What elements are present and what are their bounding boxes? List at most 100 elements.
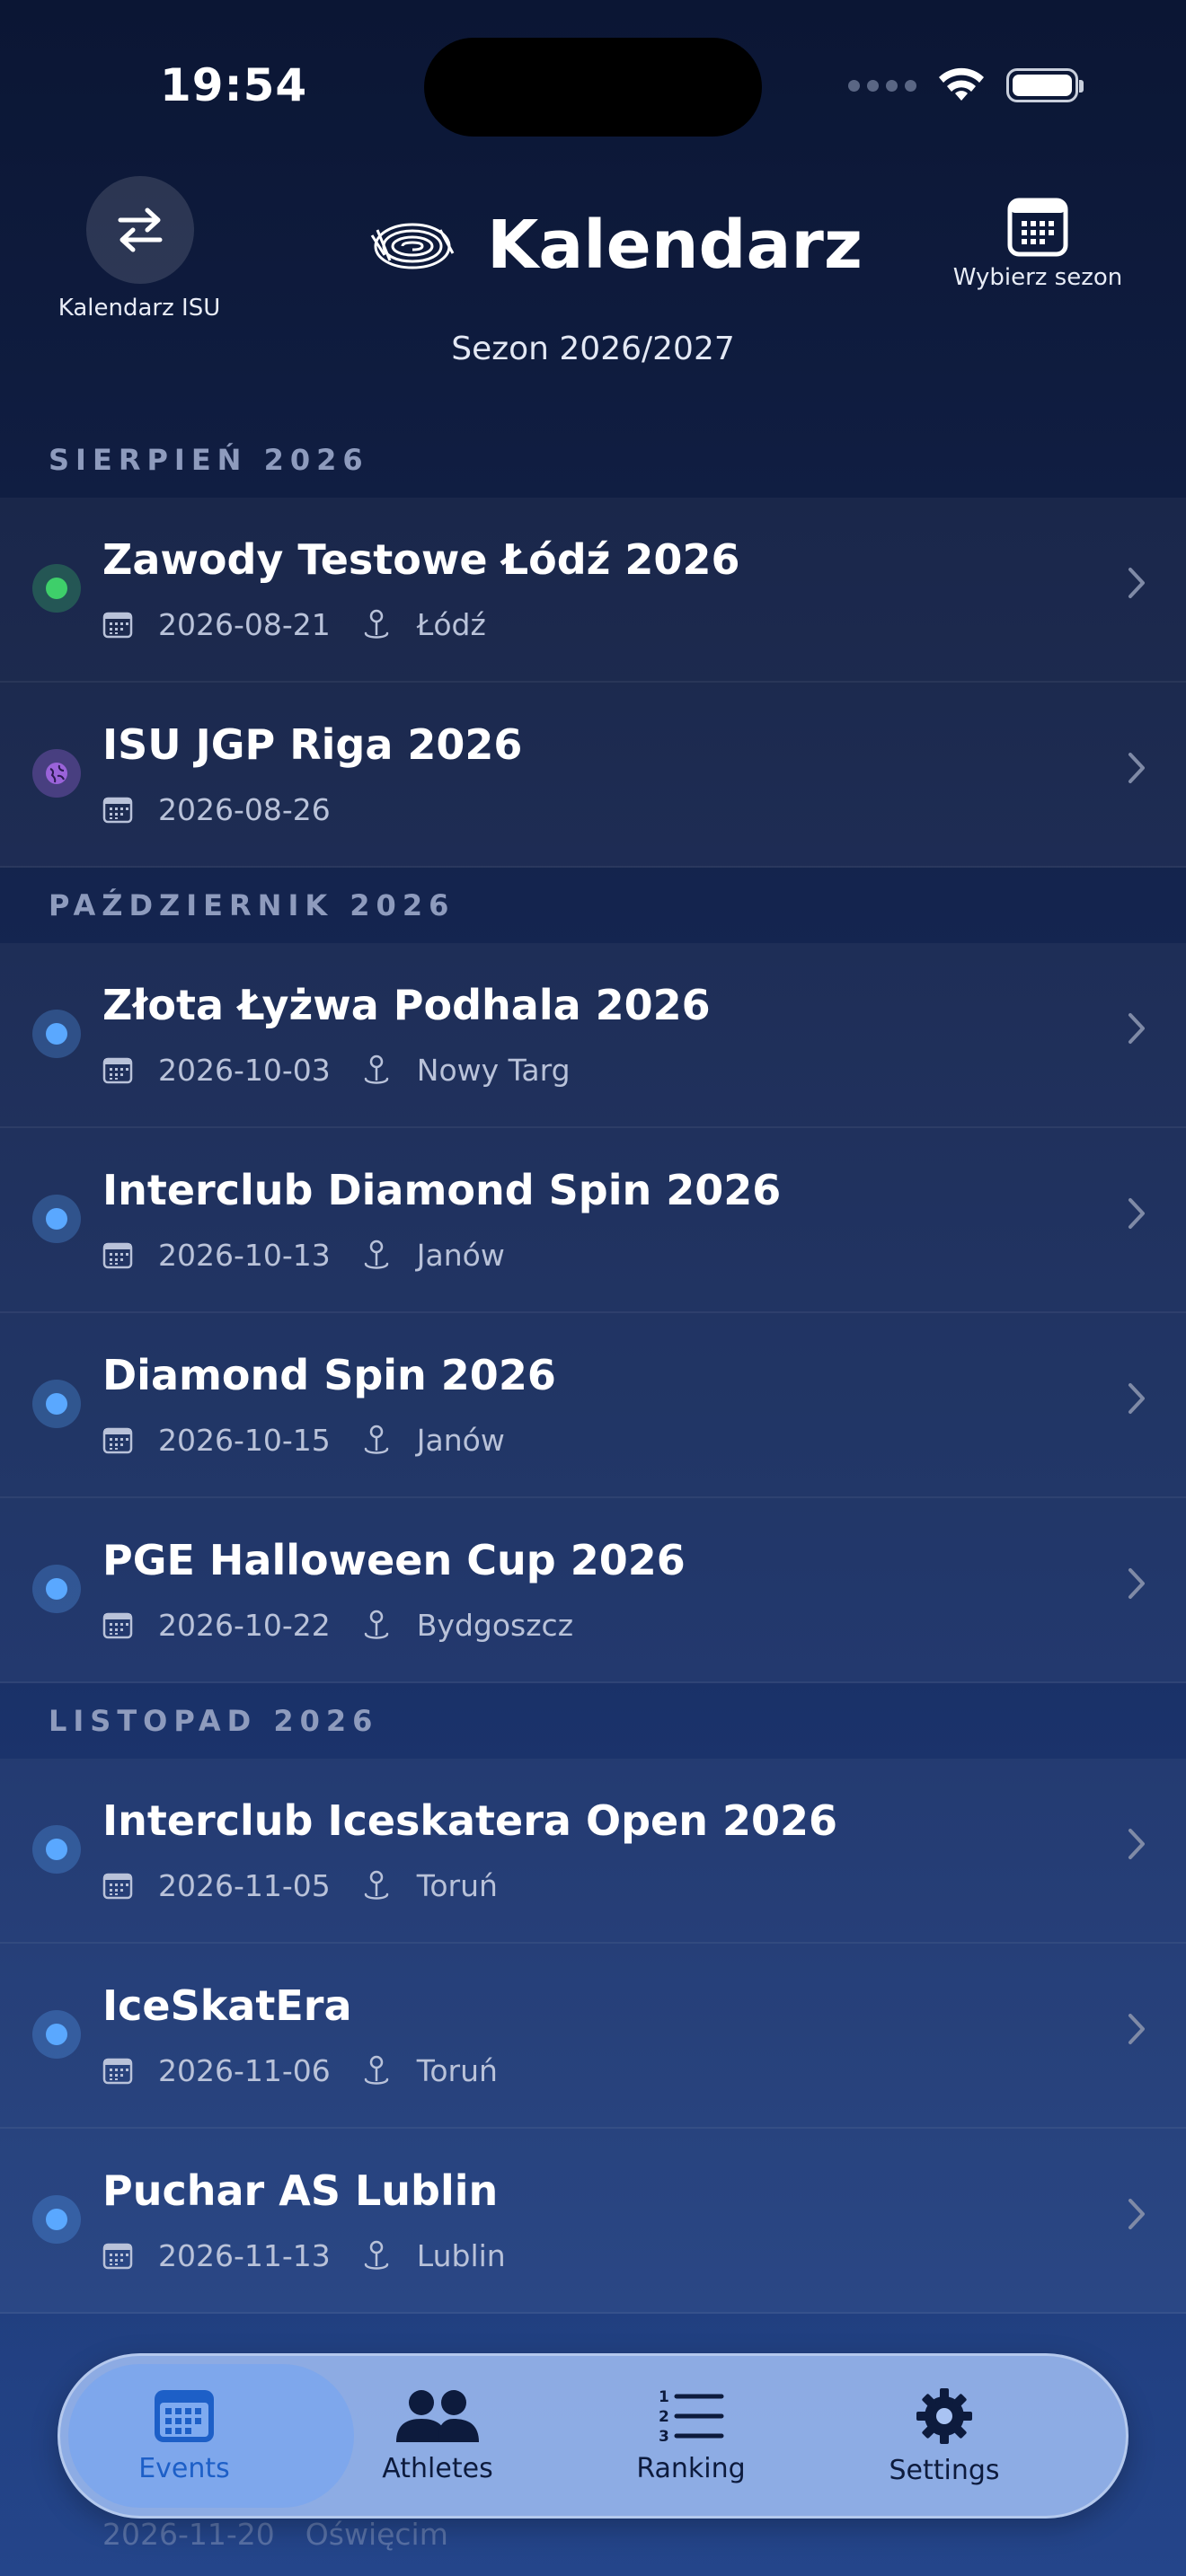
event-location: Toruń xyxy=(416,2053,498,2088)
date-calendar-icon xyxy=(102,1057,133,1083)
status-dot xyxy=(32,1380,81,1428)
event-meta: 2026-11-13 Lublin xyxy=(102,2238,506,2273)
date-calendar-icon xyxy=(102,1873,133,1899)
event-meta: 2026-10-22 Bydgoszcz xyxy=(102,1608,573,1643)
dynamic-island xyxy=(424,38,762,137)
event-date: 2026-08-21 xyxy=(158,607,331,642)
isu-calendar-button[interactable] xyxy=(86,176,194,284)
event-name: Interclub Iceskatera Open 2026 xyxy=(102,1796,838,1845)
tab-settings[interactable]: Settings xyxy=(818,2353,1071,2519)
section-header: SIERPIEŃ 2026 xyxy=(49,443,369,477)
header: Kalendarz ISU Kalendarz Sezon 2026/2027 … xyxy=(0,171,1186,404)
event-row[interactable]: IceSkatEra 2026-11-06 Toruń xyxy=(0,1944,1186,2129)
event-location: Nowy Targ xyxy=(416,1053,571,1088)
event-row[interactable]: ISU JGP Riga 2026 2026-08-26 xyxy=(0,683,1186,868)
people-icon xyxy=(396,2389,479,2442)
event-row[interactable]: PGE Halloween Cup 2026 2026-10-22 Bydgoszc… xyxy=(0,1498,1186,1683)
wifi-icon xyxy=(939,67,984,101)
event-date: 2026-10-03 xyxy=(158,1053,331,1088)
peek-date: 2026-11-20 xyxy=(102,2517,275,2552)
globe-status-icon xyxy=(32,749,81,798)
page-title: Kalendarz xyxy=(487,207,863,284)
event-location: Toruń xyxy=(416,1868,498,1903)
event-row[interactable]: Interclub Diamond Spin 2026 2026-10-13 Jan… xyxy=(0,1128,1186,1313)
chevron-right-icon xyxy=(1128,2199,1145,2229)
event-date: 2026-11-13 xyxy=(158,2238,331,2273)
chevron-right-icon xyxy=(1128,1013,1145,1044)
section-header: LISTOPAD 2026 xyxy=(49,1704,379,1738)
event-list: SIERPIEŃ 2026 Zawody Testowe Łódź 2026 202… xyxy=(0,422,1186,2314)
event-name: Puchar AS Lublin xyxy=(102,2166,499,2215)
calendar-grid-icon xyxy=(1007,198,1068,257)
event-row[interactable]: Złota Łyżwa Podhala 2026 2026-10-03 Nowy T… xyxy=(0,943,1186,1128)
event-meta: 2026-08-26 xyxy=(102,792,361,827)
date-calendar-icon xyxy=(102,2058,133,2084)
chevron-right-icon xyxy=(1128,568,1145,598)
event-name: ISU JGP Riga 2026 xyxy=(102,720,523,769)
location-pin-icon xyxy=(364,1425,389,1454)
section-header: PAŹDZIERNIK 2026 xyxy=(49,888,456,922)
status-dot xyxy=(32,1195,81,1243)
chevron-right-icon xyxy=(1128,1568,1145,1599)
battery-icon xyxy=(1006,68,1084,102)
status-dot xyxy=(32,1825,81,1874)
select-season-label: Wybierz sezon xyxy=(952,264,1123,291)
chevron-right-icon xyxy=(1128,753,1145,783)
event-row[interactable]: Zawody Testowe Łódź 2026 2026-08-21 Łódź xyxy=(0,498,1186,683)
event-row[interactable]: Interclub Iceskatera Open 2026 2026-11-05… xyxy=(0,1759,1186,1944)
tab-settings-label: Settings xyxy=(889,2454,1000,2486)
event-name: IceSkatEra xyxy=(102,1981,352,2030)
event-location: Janów xyxy=(416,1238,505,1273)
swap-arrows-icon xyxy=(118,207,163,252)
location-pin-icon xyxy=(364,1054,389,1084)
chevron-right-icon xyxy=(1128,1198,1145,1229)
date-calendar-icon xyxy=(102,1427,133,1453)
tab-bar: Events Athletes 123 Ranking Settings xyxy=(58,2353,1128,2519)
select-season-button[interactable]: Wybierz sezon xyxy=(925,198,1150,291)
chevron-right-icon xyxy=(1128,1383,1145,1414)
event-meta: 2026-11-05 Toruń xyxy=(102,1868,498,1903)
status-dot xyxy=(32,564,81,613)
numbered-list-icon: 1 2 3 xyxy=(659,2388,724,2444)
event-location: Lublin xyxy=(416,2238,506,2273)
event-meta: 2026-11-06 Toruń xyxy=(102,2053,498,2088)
status-dot xyxy=(32,2010,81,2059)
date-calendar-icon xyxy=(102,1612,133,1638)
status-bar: 19:54 xyxy=(0,0,1186,171)
event-name: Diamond Spin 2026 xyxy=(102,1351,556,1399)
calendar-icon xyxy=(155,2389,214,2442)
isu-calendar-label: Kalendarz ISU xyxy=(58,295,221,322)
event-name: PGE Halloween Cup 2026 xyxy=(102,1536,686,1584)
event-date: 2026-08-26 xyxy=(158,792,331,827)
event-meta: 2026-10-03 Nowy Targ xyxy=(102,1053,571,1088)
svg-text:1: 1 xyxy=(659,2388,669,2406)
event-row[interactable]: Puchar AS Lublin 2026-11-13 Lublin xyxy=(0,2129,1186,2314)
location-pin-icon xyxy=(364,2055,389,2085)
event-date: 2026-10-13 xyxy=(158,1238,331,1273)
status-dot xyxy=(32,1010,81,1058)
title-wrap: Kalendarz xyxy=(368,207,863,284)
chevron-right-icon xyxy=(1128,1829,1145,1859)
event-location: Łódź xyxy=(416,607,486,642)
tab-ranking[interactable]: 1 2 3 Ranking xyxy=(564,2353,818,2519)
gear-icon xyxy=(916,2387,972,2444)
svg-text:3: 3 xyxy=(659,2428,669,2444)
cellular-icon xyxy=(848,79,916,92)
event-meta: 2026-10-13 Janów xyxy=(102,1238,505,1273)
date-calendar-icon xyxy=(102,1242,133,1268)
tab-athletes[interactable]: Athletes xyxy=(311,2353,564,2519)
date-calendar-icon xyxy=(102,2243,133,2269)
status-dot xyxy=(32,1565,81,1613)
season-label: Sezon 2026/2027 xyxy=(451,331,735,367)
event-row[interactable]: Diamond Spin 2026 2026-10-15 Janów xyxy=(0,1313,1186,1498)
date-calendar-icon xyxy=(102,612,133,638)
tab-events[interactable]: Events xyxy=(58,2353,311,2519)
event-location: Bydgoszcz xyxy=(416,1608,574,1643)
location-pin-icon xyxy=(364,1610,389,1639)
event-name: Złota Łyżwa Podhala 2026 xyxy=(102,981,711,1029)
event-date: 2026-10-22 xyxy=(158,1608,331,1643)
event-meta: 2026-10-15 Janów xyxy=(102,1423,505,1458)
status-time: 19:54 xyxy=(160,59,308,111)
fingerprint-logo-icon xyxy=(370,223,455,269)
event-name: Interclub Diamond Spin 2026 xyxy=(102,1166,782,1214)
